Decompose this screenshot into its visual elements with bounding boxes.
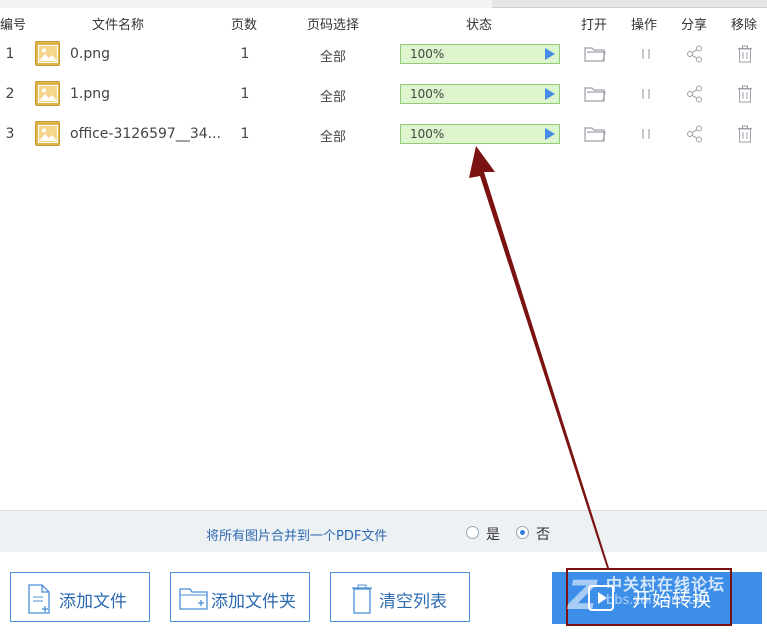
merge-label: 将所有图片合并到一个PDF文件	[206, 529, 388, 544]
row-num: 1	[5, 46, 15, 62]
share-icon[interactable]	[686, 125, 704, 147]
clear-list-label: 清空列表	[379, 592, 447, 612]
header-action: 操作	[631, 18, 658, 33]
clear-list-icon	[352, 584, 372, 614]
trash-icon[interactable]	[737, 85, 753, 107]
row-num: 2	[5, 86, 15, 102]
table-header: 编号 文件名称 页数 页码选择 状态 打开 操作 分享 移除	[0, 0, 767, 34]
progress-bar: 100%	[400, 84, 560, 104]
page-range-select[interactable]: 全部	[320, 86, 346, 105]
progress-bar: 100%	[400, 124, 560, 144]
trash-icon[interactable]	[737, 125, 753, 147]
table-row[interactable]: 3 office-3126597__34... 1 全部 100%	[0, 114, 767, 154]
top-strip-segment	[492, 0, 767, 8]
header-range: 页码选择	[307, 18, 360, 33]
share-icon[interactable]	[686, 45, 704, 67]
image-file-icon	[35, 81, 60, 106]
image-file-icon	[35, 121, 60, 146]
header-name: 文件名称	[92, 18, 145, 33]
table-row[interactable]: 2 1.png 1 全部 100%	[0, 74, 767, 114]
page-range-select[interactable]: 全部	[320, 46, 346, 65]
pause-icon[interactable]	[640, 125, 652, 147]
row-num: 3	[5, 126, 15, 142]
header-open: 打开	[581, 18, 608, 33]
header-status: 状态	[466, 18, 493, 33]
progress-text: 100%	[410, 87, 445, 101]
file-pages: 1	[240, 126, 250, 142]
merge-yes-radio[interactable]	[466, 526, 479, 539]
add-file-icon	[28, 584, 50, 614]
file-name: 0.png	[70, 46, 111, 62]
folder-open-icon[interactable]	[584, 85, 606, 107]
add-folder-button[interactable]: 添加文件夹	[170, 572, 310, 622]
progress-bar: 100%	[400, 44, 560, 64]
merge-option-bar: 将所有图片合并到一个PDF文件 是 否	[0, 510, 767, 552]
pause-icon[interactable]	[640, 45, 652, 67]
header-num: 编号	[0, 18, 27, 33]
clear-list-button[interactable]: 清空列表	[330, 572, 470, 622]
folder-open-icon[interactable]	[584, 45, 606, 67]
share-icon[interactable]	[686, 85, 704, 107]
header-remove: 移除	[731, 18, 758, 33]
play-icon[interactable]	[545, 88, 555, 100]
add-file-button[interactable]: 添加文件	[10, 572, 150, 622]
play-icon[interactable]	[545, 128, 555, 140]
header-pages: 页数	[231, 18, 258, 33]
folder-open-icon[interactable]	[584, 125, 606, 147]
image-file-icon	[35, 41, 60, 66]
file-pages: 1	[240, 46, 250, 62]
top-strip	[0, 0, 767, 8]
add-file-label: 添加文件	[59, 592, 127, 612]
page-range-select[interactable]: 全部	[320, 126, 346, 145]
pause-icon[interactable]	[640, 85, 652, 107]
play-icon[interactable]	[545, 48, 555, 60]
annotation-highlight-box	[566, 568, 732, 626]
file-pages: 1	[240, 86, 250, 102]
progress-text: 100%	[410, 47, 445, 61]
add-folder-label: 添加文件夹	[211, 592, 296, 612]
merge-no-radio[interactable]	[516, 526, 529, 539]
trash-icon[interactable]	[737, 45, 753, 67]
merge-yes-label[interactable]: 是	[486, 524, 500, 544]
progress-text: 100%	[410, 127, 445, 141]
file-name: 1.png	[70, 86, 111, 102]
table-row[interactable]: 1 0.png 1 全部 100%	[0, 34, 767, 74]
merge-no-label[interactable]: 否	[536, 524, 550, 544]
file-name: office-3126597__34...	[70, 126, 221, 142]
header-share: 分享	[681, 18, 708, 33]
add-folder-icon	[179, 588, 208, 610]
